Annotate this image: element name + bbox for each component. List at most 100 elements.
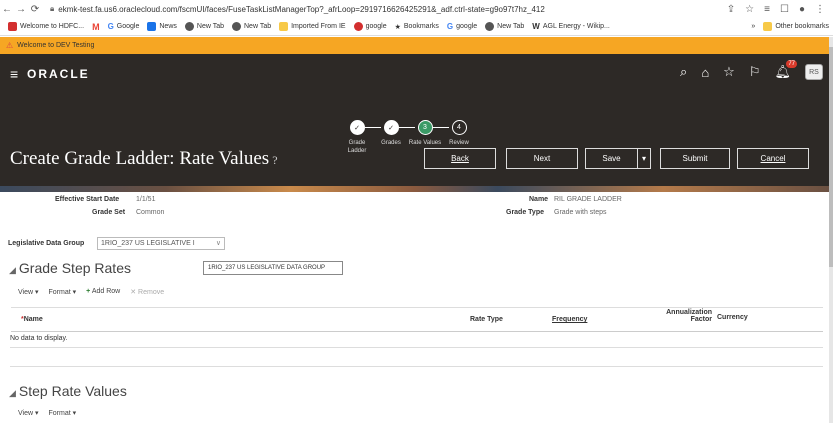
divider	[10, 366, 823, 367]
effective-start-date-label: Effective Start Date	[55, 196, 120, 203]
bookmark-item[interactable]: News	[147, 22, 177, 31]
next-button[interactable]: Next	[506, 148, 578, 169]
back-arrow-icon[interactable]: ←	[0, 4, 14, 15]
url-field[interactable]: ekmk-test.fa.us6.oraclecloud.com/fscmUI/…	[58, 5, 727, 14]
save-dropdown-icon[interactable]: ▾	[637, 148, 651, 169]
bookmark-item[interactable]: New Tab	[232, 22, 271, 31]
wikipedia-icon: W	[532, 22, 540, 31]
bookmark-item[interactable]: Welcome to HDFC...	[8, 22, 84, 31]
submit-button[interactable]: Submit	[660, 148, 730, 169]
reload-icon[interactable]: ⟳	[28, 4, 42, 15]
step-rate-values-toolbar: View ▾ Format ▾	[18, 409, 76, 417]
ldg-tooltip: 1RIO_237 US LEGISLATIVE DATA GROUP	[203, 261, 343, 275]
forward-arrow-icon[interactable]: →	[14, 4, 28, 15]
column-rate-type[interactable]: Rate Type	[470, 316, 503, 323]
bookmark-item[interactable]: New Tab	[184, 22, 224, 31]
window-icon[interactable]: ☐	[780, 4, 789, 15]
column-annualization-factor[interactable]: Annualization Factor	[654, 309, 712, 323]
name-value: RIL GRADE LADDER	[554, 196, 622, 203]
step-number: 4	[451, 120, 467, 135]
menu-icon[interactable]: ⋮	[815, 4, 825, 15]
favorites-star-icon[interactable]: ☆	[723, 64, 735, 80]
bookmark-item[interactable]: W AGL Energy - Wikip...	[532, 22, 610, 31]
notification-badge: 77	[786, 60, 797, 68]
share-icon[interactable]: ⇪	[727, 4, 735, 15]
collapse-triangle-icon[interactable]: ◢	[9, 265, 16, 275]
other-bookmarks[interactable]: Other bookmarks	[775, 23, 829, 30]
opera-icon	[353, 22, 363, 31]
globe-icon	[232, 22, 241, 31]
bookmark-item[interactable]: ★ Bookmarks	[395, 23, 439, 31]
profile-icon[interactable]: ●	[799, 4, 805, 15]
folder-icon	[279, 22, 289, 31]
folder-icon	[763, 22, 773, 31]
chevron-down-icon: ∨	[215, 240, 221, 247]
globe-icon	[485, 22, 495, 31]
column-currency[interactable]: Currency	[717, 314, 748, 321]
google-icon: G	[446, 22, 454, 31]
more-bookmarks-icon[interactable]: »	[751, 23, 755, 30]
browser-address-bar: ← → ⟳ 🔒︎ ekmk-test.fa.us6.oraclecloud.co…	[0, 0, 833, 18]
column-frequency[interactable]: Frequency	[552, 316, 587, 323]
step-number: 3	[417, 120, 433, 135]
bookmark-item[interactable]: New Tab	[485, 22, 524, 31]
train-stop-grade-ladder[interactable]: ✓ Grade Ladder	[340, 120, 374, 155]
gmail-icon: M	[92, 21, 100, 32]
page-scrollbar[interactable]	[829, 37, 833, 423]
flag-icon[interactable]: ⚐	[749, 64, 761, 80]
search-icon[interactable]: ⌕	[680, 64, 687, 80]
home-icon[interactable]: ⌂	[701, 65, 709, 80]
news-icon	[147, 22, 157, 31]
warning-icon: ⚠	[6, 41, 14, 50]
bookmark-item[interactable]: Ggoogle	[447, 22, 477, 31]
format-menu[interactable]: Format ▾	[49, 409, 77, 417]
globe-icon	[184, 22, 194, 31]
bookmark-favicon-icon	[8, 22, 17, 31]
oracle-logo[interactable]: ORACLE	[27, 67, 90, 81]
cancel-button[interactable]: Cancel	[737, 148, 809, 169]
google-icon: G	[107, 22, 114, 31]
remove-button[interactable]: ✕ Remove	[130, 288, 164, 296]
train-stop-grades[interactable]: ✓ Grades	[374, 120, 408, 147]
save-button[interactable]: Save	[585, 148, 637, 169]
back-button[interactable]: Back	[424, 148, 496, 169]
column-name[interactable]: *Name	[21, 316, 43, 323]
bookmark-item[interactable]: G Google	[108, 22, 140, 31]
grade-step-rates-heading[interactable]: ◢ Grade Step Rates	[9, 260, 131, 276]
star-icon[interactable]: ☆	[745, 4, 754, 15]
banner-text: Welcome to DEV Testing	[17, 42, 95, 49]
train-connector	[433, 127, 449, 128]
step-rate-values-heading[interactable]: ◢ Step Rate Values	[9, 383, 127, 399]
train-connector	[399, 127, 415, 128]
view-menu[interactable]: View ▾	[18, 409, 39, 417]
table-header: *Name Rate Type Frequency Annualization F…	[11, 307, 823, 332]
bookmark-item[interactable]: google	[353, 22, 387, 31]
grade-step-rates-toolbar: View ▾ Format ▾ + Add Row ✕ Remove	[18, 288, 164, 296]
reading-list-icon[interactable]: ≡	[764, 4, 770, 15]
collapse-triangle-icon[interactable]: ◢	[9, 388, 16, 398]
scrollbar-thumb[interactable]	[829, 47, 833, 267]
star-icon: ★	[394, 23, 401, 31]
page-title: Create Grade Ladder: Rate Values ?⃝	[10, 148, 287, 169]
bookmark-item[interactable]: M	[92, 22, 100, 32]
empty-table-message: No data to display.	[10, 335, 68, 342]
lock-icon[interactable]: 🔒︎	[50, 4, 54, 14]
help-icon[interactable]: ?⃝	[272, 153, 287, 167]
check-icon: ✓	[349, 120, 365, 135]
format-menu[interactable]: Format ▾	[49, 288, 77, 296]
ldg-select[interactable]: 1RIO_237 US LEGISLATIVE I ∨	[97, 237, 225, 250]
name-label: Name	[529, 196, 549, 203]
train-stop-review[interactable]: 4 Review	[442, 120, 476, 147]
user-avatar[interactable]: RS	[805, 64, 823, 80]
environment-banner: ⚠ Welcome to DEV Testing	[0, 37, 829, 54]
plus-icon: +	[86, 288, 91, 295]
train-stop-rate-values[interactable]: 3 Rate Values	[408, 120, 442, 147]
bookmark-item[interactable]: Imported From IE	[279, 22, 346, 31]
view-menu[interactable]: View ▾	[18, 288, 39, 296]
decorative-stripe	[0, 186, 829, 192]
hamburger-menu-icon[interactable]: ≡	[10, 66, 18, 82]
notifications-bell-icon[interactable]: 🔔︎ 77	[774, 60, 797, 80]
grade-set-value: Common	[136, 209, 165, 216]
add-row-button[interactable]: + Add Row	[86, 288, 120, 296]
bookmarks-bar: Welcome to HDFC... M G Google News New Ta…	[0, 18, 833, 36]
